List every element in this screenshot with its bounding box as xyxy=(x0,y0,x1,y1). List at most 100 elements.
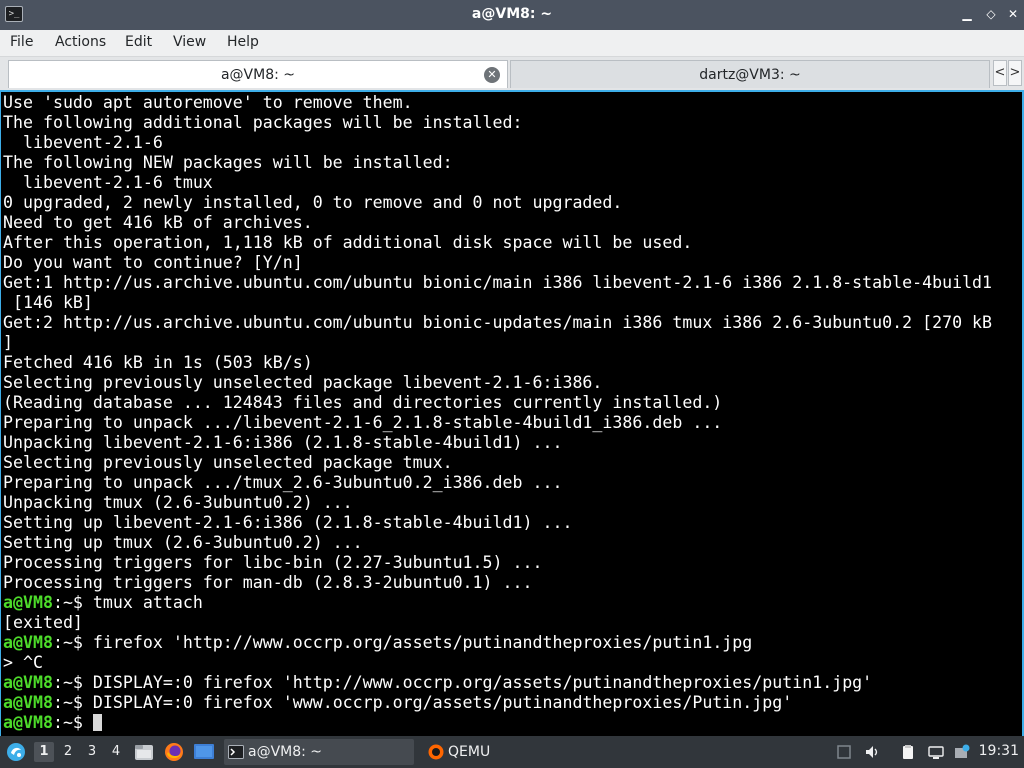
output-text: ] xyxy=(3,333,13,352)
window-title: a@VM8: ~ xyxy=(471,6,553,22)
tab-label: a@VM8: ~ xyxy=(220,67,296,83)
task-qemu[interactable]: QEMU xyxy=(424,739,584,765)
network-icon[interactable] xyxy=(928,744,944,760)
command-text: DISPLAY=:0 firefox 'www.occrp.org/assets… xyxy=(92,693,793,712)
terminal-line: Preparing to unpack .../tmux_2.6-3ubuntu… xyxy=(3,473,992,493)
prompt-user: a@VM8 xyxy=(3,673,53,692)
tab-scroll-left-icon[interactable]: < xyxy=(993,60,1007,86)
terminal-prompt-line: a@VM8:~$ DISPLAY=:0 firefox 'www.occrp.o… xyxy=(3,693,992,713)
tab-dartz-vm3[interactable]: dartz@VM3: ~ xyxy=(510,60,990,88)
terminal-output: Use 'sudo apt autoremove' to remove them… xyxy=(3,93,992,733)
output-text: [exited] xyxy=(3,613,83,632)
terminal-line: > ^C xyxy=(3,653,992,673)
output-text: Use 'sudo apt autoremove' to remove them… xyxy=(3,93,413,112)
terminal-line: Fetched 416 kB in 1s (503 kB/s) xyxy=(3,353,992,373)
terminal-prompt-line: a@VM8:~$ tmux attach xyxy=(3,593,992,613)
tab-bar: a@VM8: ~ ✕ dartz@VM3: ~ xyxy=(0,57,1024,90)
output-text: Get:1 http://us.archive.ubuntu.com/ubunt… xyxy=(3,273,993,292)
command-text: tmux attach xyxy=(92,593,203,612)
clock[interactable]: 19:31 xyxy=(979,743,1019,759)
output-text: 0 upgraded, 2 newly installed, 0 to remo… xyxy=(3,193,623,212)
terminal-line: (Reading database ... 124843 files and d… xyxy=(3,393,992,413)
terminal-line: Do you want to continue? [Y/n] xyxy=(3,253,992,273)
workspace-1[interactable]: 1 xyxy=(34,742,54,762)
menu-actions[interactable]: Actions xyxy=(55,34,106,50)
terminal-prompt-line: a@VM8:~$ DISPLAY=:0 firefox 'http://www.… xyxy=(3,673,992,693)
workspace-3[interactable]: 3 xyxy=(82,742,102,762)
prompt-user: a@VM8 xyxy=(3,693,53,712)
terminal-line: After this operation, 1,118 kB of additi… xyxy=(3,233,992,253)
firefox-icon[interactable] xyxy=(164,742,184,762)
volume-icon[interactable] xyxy=(864,744,880,760)
close-window-button[interactable]: ✕ xyxy=(1004,5,1022,23)
prompt-separator: :~$ xyxy=(52,593,93,612)
terminal-line: Selecting previously unselected package … xyxy=(3,453,992,473)
output-text: Do you want to continue? [Y/n] xyxy=(3,253,303,272)
tab-scroll-right-icon[interactable]: > xyxy=(1008,60,1022,86)
output-text: Selecting previously unselected package … xyxy=(3,373,603,392)
output-text: Processing triggers for libc-bin (2.27-3… xyxy=(3,553,543,572)
task-label: a@VM8: ~ xyxy=(248,744,323,760)
output-text: (Reading database ... 124843 files and d… xyxy=(3,393,723,412)
terminal-line: libevent-2.1-6 tmux xyxy=(3,173,992,193)
terminal-prompt-line: a@VM8:~$ xyxy=(3,713,992,733)
terminal-line: Setting up tmux (2.6-3ubuntu0.2) ... xyxy=(3,533,992,553)
task-label: QEMU xyxy=(448,744,491,760)
minimize-button[interactable]: ▁ xyxy=(958,5,976,23)
output-text: Setting up libevent-2.1-6:i386 (2.1.8-st… xyxy=(3,513,573,532)
menu-edit[interactable]: Edit xyxy=(125,34,152,50)
maximize-button[interactable]: ◇ xyxy=(982,5,1000,23)
prompt-separator: :~$ xyxy=(52,633,93,652)
update-notifier-icon[interactable] xyxy=(954,744,970,760)
terminal-line: Get:2 http://us.archive.ubuntu.com/ubunt… xyxy=(3,313,992,333)
window-titlebar[interactable]: >_ a@VM8: ~ ▁ ◇ ✕ xyxy=(0,0,1024,30)
terminal-line: 0 upgraded, 2 newly installed, 0 to remo… xyxy=(3,193,992,213)
output-text: Setting up tmux (2.6-3ubuntu0.2) ... xyxy=(3,533,363,552)
prompt-user: a@VM8 xyxy=(3,713,53,732)
terminal-prompt-line: a@VM8:~$ firefox 'http://www.occrp.org/a… xyxy=(3,633,992,653)
terminal-line: Get:1 http://us.archive.ubuntu.com/ubunt… xyxy=(3,273,992,293)
terminal-line: Setting up libevent-2.1-6:i386 (2.1.8-st… xyxy=(3,513,992,533)
workspace-4[interactable]: 4 xyxy=(106,742,126,762)
terminal-line: Selecting previously unselected package … xyxy=(3,373,992,393)
terminal-line: Unpacking libevent-2.1-6:i386 (2.1.8-sta… xyxy=(3,433,992,453)
terminal-line: The following additional packages will b… xyxy=(3,113,992,133)
output-text: Unpacking libevent-2.1-6:i386 (2.1.8-sta… xyxy=(3,433,563,452)
output-text: The following NEW packages will be insta… xyxy=(3,153,453,172)
menu-bar: File Actions Edit View Help xyxy=(0,30,1024,57)
prompt-separator: :~$ xyxy=(52,673,93,692)
menu-view[interactable]: View xyxy=(173,34,206,50)
terminal-line: libevent-2.1-6 xyxy=(3,133,992,153)
output-text: Preparing to unpack .../tmux_2.6-3ubuntu… xyxy=(3,473,563,492)
start-menu-icon[interactable] xyxy=(6,742,26,762)
terminal-view[interactable]: Use 'sudo apt autoremove' to remove them… xyxy=(0,90,1024,736)
output-text: Get:2 http://us.archive.ubuntu.com/ubunt… xyxy=(3,313,993,332)
taskbar: 1 2 3 4 a@VM8: ~ QEMU 19:31 xyxy=(0,736,1024,768)
output-text: Fetched 416 kB in 1s (503 kB/s) xyxy=(3,353,313,372)
tab-close-icon[interactable]: ✕ xyxy=(484,67,500,83)
terminal-line: [exited] xyxy=(3,613,992,633)
file-manager-icon[interactable] xyxy=(134,743,154,761)
tab-a-vm8[interactable]: a@VM8: ~ ✕ xyxy=(8,60,508,88)
prompt-user: a@VM8 xyxy=(3,593,53,612)
tab-label: dartz@VM3: ~ xyxy=(699,67,801,83)
desktop-icon[interactable] xyxy=(193,743,215,761)
task-terminal[interactable]: a@VM8: ~ xyxy=(224,739,414,765)
menu-file[interactable]: File xyxy=(10,34,33,50)
terminal-line: ] xyxy=(3,333,992,353)
workspace-2[interactable]: 2 xyxy=(58,742,78,762)
output-text: Selecting previously unselected package … xyxy=(3,453,453,472)
command-text: DISPLAY=:0 firefox 'http://www.occrp.org… xyxy=(92,673,873,692)
prompt-separator: :~$ xyxy=(52,693,93,712)
terminal-line: [146 kB] xyxy=(3,293,992,313)
text-cursor xyxy=(92,714,102,731)
window-list-icon[interactable] xyxy=(836,744,852,760)
menu-help[interactable]: Help xyxy=(227,34,259,50)
terminal-line: Use 'sudo apt autoremove' to remove them… xyxy=(3,93,992,113)
output-text: Preparing to unpack .../libevent-2.1-6_2… xyxy=(3,413,723,432)
output-text: libevent-2.1-6 tmux xyxy=(3,173,213,192)
output-text: libevent-2.1-6 xyxy=(3,133,163,152)
terminal-icon xyxy=(228,745,244,759)
terminal-line: Preparing to unpack .../libevent-2.1-6_2… xyxy=(3,413,992,433)
clipboard-icon[interactable] xyxy=(900,744,916,760)
